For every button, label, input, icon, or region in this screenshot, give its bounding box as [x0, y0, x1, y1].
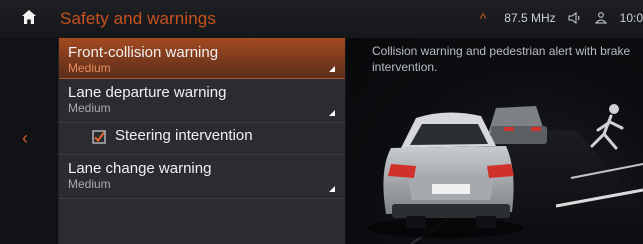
menu-item-value: Medium	[68, 61, 111, 75]
feature-description: Collision warning and pedestrian alert w…	[372, 44, 631, 74]
user-profile-icon	[594, 12, 608, 24]
chevron-left-icon[interactable]: ‹	[22, 128, 28, 149]
home-icon	[21, 9, 37, 30]
left-rail: ‹	[0, 38, 59, 244]
menu-item-value: Medium	[68, 177, 111, 191]
menu-item-value: Medium	[68, 101, 111, 115]
collapse-chevron-icon[interactable]: ^	[480, 11, 487, 25]
menu-item-lane-change-warning[interactable]: Lane change warning Medium	[59, 154, 345, 199]
pedestrian-icon	[590, 104, 624, 150]
checkbox-checked-icon[interactable]	[92, 130, 106, 144]
distant-car	[488, 106, 547, 144]
submenu-corner-icon	[329, 110, 335, 116]
settings-menu: Front-collision warning Medium Lane depa…	[59, 38, 345, 244]
menu-item-label: Lane departure warning	[68, 84, 227, 101]
menu-item-label: Front-collision warning	[68, 44, 219, 61]
volume-icon	[568, 12, 582, 24]
status-area: ^ 87.5 MHz 10:0	[480, 11, 643, 25]
steering-intervention-row[interactable]: Steering intervention	[59, 122, 345, 155]
menu-item-lane-departure-warning[interactable]: Lane departure warning Medium	[59, 78, 345, 123]
submenu-corner-icon	[329, 66, 335, 72]
menu-item-front-collision-warning[interactable]: Front-collision warning Medium	[59, 38, 345, 79]
menu-item-label: Lane change warning	[68, 160, 212, 177]
top-bar: Safety and warnings ^ 87.5 MHz 10:0	[0, 0, 643, 39]
clock: 10:0	[619, 11, 643, 25]
screen-root: Safety and warnings ^ 87.5 MHz 10:0 ‹ Fr…	[0, 0, 643, 244]
radio-frequency: 87.5 MHz	[504, 11, 556, 25]
home-button[interactable]	[0, 0, 58, 38]
submenu-corner-icon	[329, 186, 335, 192]
page-title: Safety and warnings	[60, 9, 216, 28]
checkbox-label: Steering intervention	[115, 127, 253, 144]
